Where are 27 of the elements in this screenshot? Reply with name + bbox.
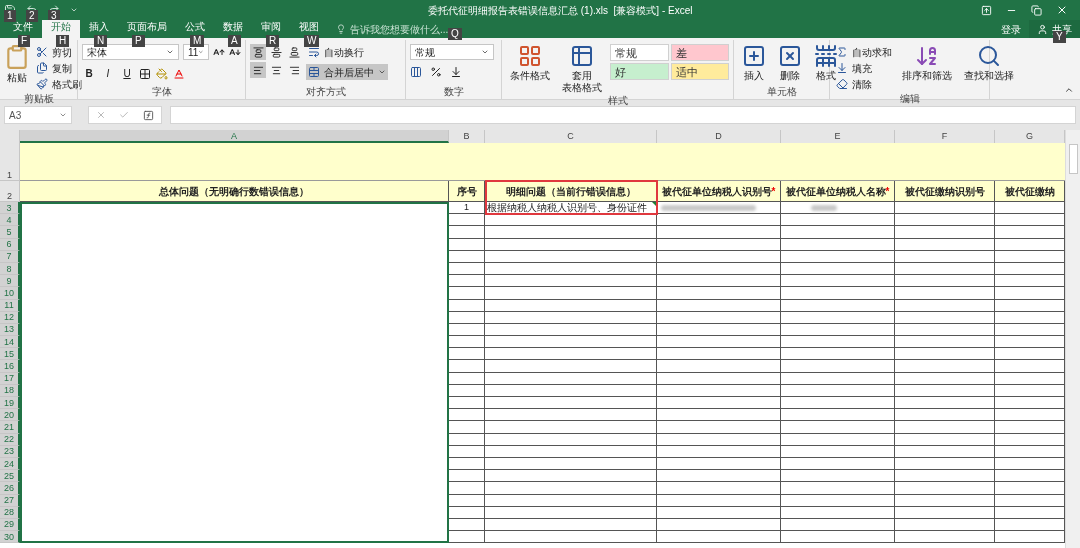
- header-cell: 序号: [449, 181, 485, 202]
- keytip-tooltip: W: [304, 35, 320, 47]
- keytip-tooltip: Q: [448, 28, 462, 40]
- header-cell: 被代征单位纳税人识别号*: [657, 181, 781, 202]
- window-title: 委托代征明细报告表错误信息汇总 (1).xls [兼容模式] - Excel: [428, 4, 693, 18]
- keytip-tooltip: P: [132, 35, 145, 47]
- header-cell: 被代征缴纳识别号: [895, 181, 995, 202]
- keytip-tooltip: 2: [26, 10, 38, 22]
- keytip-tooltip: N: [94, 35, 108, 47]
- group-label: 单元格: [765, 85, 798, 99]
- cell-text: 1: [463, 202, 470, 214]
- group-label: 数字: [442, 85, 465, 99]
- keytip-tooltip: R: [266, 35, 280, 47]
- keytip-tooltip: H: [56, 35, 70, 47]
- keytip-tooltip: M: [190, 35, 205, 47]
- group-label: 剪贴板: [22, 92, 55, 106]
- keytip-tooltip: A: [228, 35, 241, 47]
- header-cell: 被代征缴纳: [995, 181, 1065, 202]
- header-cell: 总体问题（无明确行数错误信息）: [20, 181, 449, 202]
- keytip-tooltip: 1: [4, 10, 16, 22]
- group-label: 字体: [150, 85, 173, 99]
- header-cell: 被代征单位纳税人名称*: [781, 181, 895, 202]
- group-label: 样式: [606, 94, 629, 108]
- cell-text: 根据纳税人纳税人识别号、身份证件: [486, 202, 647, 214]
- keytip-tooltip: F: [18, 35, 31, 47]
- group-label: 编辑: [898, 92, 921, 106]
- group-label: 对齐方式: [304, 85, 347, 99]
